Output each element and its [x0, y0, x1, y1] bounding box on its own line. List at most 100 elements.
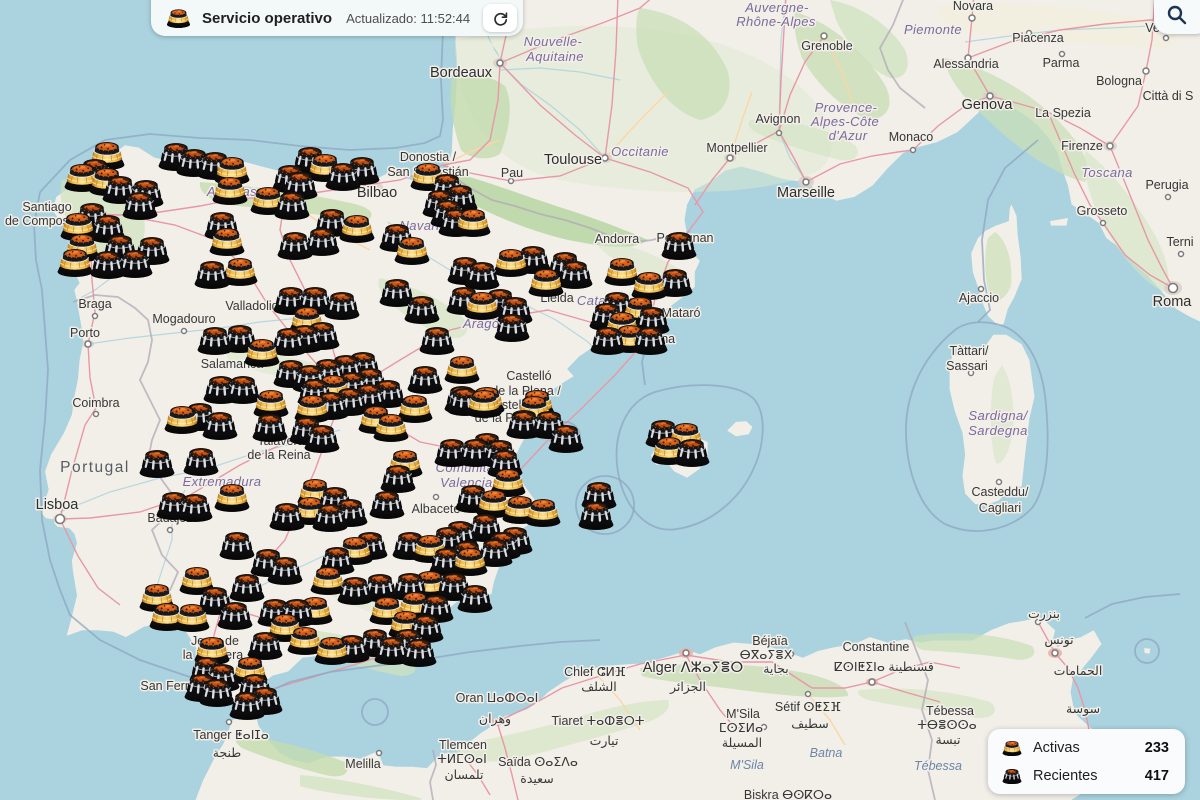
map-label: Firenze — [1061, 139, 1103, 153]
city-dot — [1143, 68, 1149, 74]
map-label: ⵜⴱⴻⵙⵙⴰ — [917, 718, 977, 732]
map-label: Cagliari — [979, 501, 1021, 515]
map-label: ⵇⵙⵏⵟⵉⵏⴰ قسنطينة — [834, 660, 934, 674]
map-label: Toulouse — [544, 152, 602, 168]
map-label: Tébessa — [914, 759, 962, 773]
city-dot — [94, 412, 99, 417]
map-label: Monaco — [889, 130, 934, 144]
map-label: ⴱⴳⴰⵢⴻⵝ — [740, 648, 793, 662]
city-dot — [727, 155, 733, 161]
search-icon — [1166, 4, 1188, 26]
map-label: الجزائر — [669, 680, 706, 695]
map-label: Porto — [70, 326, 100, 340]
map-label: Provence- — [815, 100, 878, 115]
city-dot — [93, 314, 98, 319]
map-label: Perugia — [1145, 178, 1188, 192]
map-label: المسيلة — [722, 736, 762, 750]
map-label: Valladolid — [225, 299, 278, 313]
map-label: الحمامات — [1054, 664, 1103, 678]
city-dot — [777, 131, 782, 136]
city-dot — [56, 515, 65, 524]
refresh-button[interactable] — [483, 4, 517, 32]
city-dot — [997, 480, 1002, 485]
map-label: Sassari — [946, 359, 988, 373]
map-label: Terni — [1166, 235, 1193, 249]
map-label: Saïda ⵙⴰⵉⴷⴰ — [498, 755, 578, 769]
map-label: Grenoble — [801, 39, 852, 53]
beacon-icon — [165, 7, 192, 29]
updated-time: Actualizado: 11:52:44 — [346, 11, 470, 26]
city-dot — [602, 155, 608, 161]
legend-label: Recientes — [1033, 768, 1097, 784]
map-label: Bordeaux — [430, 65, 493, 81]
map-label: Sardegna — [968, 423, 1028, 438]
map-label: Rhône-Alpes — [736, 14, 816, 29]
map-label: Tlemcen — [439, 738, 487, 752]
map-label: طنجة — [213, 746, 242, 760]
map-label: بنزرت — [1028, 607, 1060, 622]
map-label: Chlef ⵛⵍⴼ — [564, 665, 626, 679]
city-dot — [969, 15, 975, 21]
city-dot — [1166, 195, 1171, 200]
map-label: تبسة — [935, 733, 961, 747]
map-label: تونس — [1044, 633, 1074, 648]
map-label: Parma — [1043, 56, 1080, 70]
map-label: Roma — [1153, 294, 1193, 310]
city-dot — [1164, 36, 1169, 41]
map-label: Tiaret ⵜⴰⵀⴻⵔⵜ — [552, 714, 645, 728]
map-label: Alger ⴷⵣⴰⵢⴻⵔ — [643, 660, 744, 676]
service-title: Servicio operativo — [202, 10, 332, 27]
map-label: M'Sila — [726, 707, 760, 721]
map-stage[interactable]: BordeauxToulouseMarseilleGenovaRomaLisbo… — [0, 0, 1200, 800]
city-dot — [683, 650, 689, 656]
map-label: Sardigna/ — [968, 408, 1028, 423]
city-dot — [806, 692, 811, 697]
map-label: Toscana — [1081, 165, 1132, 180]
map-label: Marseille — [777, 185, 835, 201]
city-dot — [1101, 221, 1106, 226]
city-dot — [85, 341, 91, 347]
city-dot — [911, 148, 916, 153]
legend-row-activas: Activas 233 — [988, 735, 1185, 760]
map-label: تلمسان — [445, 768, 485, 782]
map-label: Nouvelle- — [524, 34, 583, 49]
map-label: de la Reina — [247, 448, 310, 462]
base-map: BordeauxToulouseMarseilleGenovaRomaLisbo… — [0, 0, 1200, 800]
legend-row-recientes: Recientes 417 — [988, 763, 1185, 788]
map-label: Tàttari/ — [950, 344, 989, 358]
map-label: وهران — [479, 712, 511, 727]
map-label: ⵜⵍⵎⵙⴰⵏ — [437, 752, 487, 766]
map-label: Novara — [953, 0, 993, 13]
map-label: Mogadouro — [152, 312, 215, 326]
search-button[interactable] — [1154, 0, 1200, 34]
map-label: الشلف — [581, 680, 617, 694]
map-label: Tébessa — [926, 704, 974, 718]
map-label: سعيدة — [520, 772, 553, 786]
map-label: Albacete — [412, 502, 461, 516]
map-label: Avignon — [756, 112, 801, 126]
map-label: Mataró — [662, 306, 701, 320]
legend-value: 417 — [1145, 768, 1169, 784]
map-label: سطيف — [791, 717, 828, 731]
legend-panel: Activas 233 Recientes 417 — [988, 729, 1185, 794]
map-label: Piemonte — [904, 22, 962, 37]
city-dot — [1179, 252, 1184, 257]
city-dot — [377, 751, 382, 756]
map-label: Portugal — [60, 459, 130, 476]
map-label: Tanger ⵟⴰⵏⵊⴰ — [193, 728, 269, 742]
map-label: Castelló — [506, 369, 551, 383]
map-label: Auvergne- — [744, 0, 809, 15]
map-label: Genova — [962, 97, 1014, 113]
map-label: ⵎⵙⵉⵍⴰ — [719, 721, 763, 735]
map-label: Batna — [810, 746, 843, 760]
map-label: Biskra ⴱⵙⴽⵔⴰ — [744, 788, 832, 800]
beacon-active-icon — [1001, 739, 1023, 757]
city-dot — [1052, 650, 1058, 656]
map-label: سوسة — [1066, 702, 1100, 717]
map-label: Città di S — [1143, 89, 1194, 103]
city-dot — [1169, 284, 1178, 293]
map-label: Alpes-Côte — [810, 114, 879, 129]
map-label: Alessandria — [933, 57, 998, 71]
map-label: Piacenza — [1012, 31, 1063, 45]
city-dot — [1107, 143, 1113, 149]
